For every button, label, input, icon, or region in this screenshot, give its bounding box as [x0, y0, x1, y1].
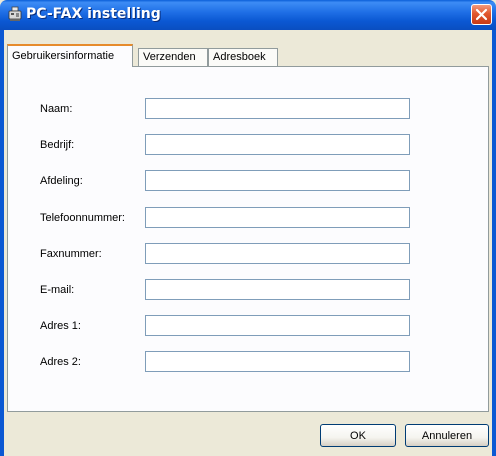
form-row-adres-1: Adres 1:	[8, 315, 490, 337]
form-row-adres-2: Adres 2:	[8, 351, 490, 373]
tab-label: Adresboek	[213, 51, 266, 63]
window-frame-right	[492, 30, 496, 456]
window-frame-left	[0, 30, 4, 456]
close-icon	[475, 8, 488, 21]
telefoonnummer-label: Telefoonnummer:	[40, 212, 125, 224]
tab-gebruikersinformatie[interactable]: Gebruikersinformatie	[7, 44, 133, 67]
window-title: PC-FAX instelling	[26, 6, 161, 22]
ok-button[interactable]: OK	[320, 424, 396, 447]
form-row-telefoonnummer: Telefoonnummer:	[8, 207, 490, 229]
bedrijf-label: Bedrijf:	[40, 139, 75, 151]
dialog-button-bar: OK Annuleren	[0, 418, 496, 456]
adres-2-label: Adres 2:	[40, 356, 81, 368]
adres-1-field[interactable]	[145, 315, 410, 336]
form-row-email: E-mail:	[8, 279, 490, 301]
adres-2-field[interactable]	[145, 351, 410, 372]
fax-icon	[8, 6, 22, 22]
form-row-bedrijf: Bedrijf:	[8, 134, 490, 156]
adres-1-label: Adres 1:	[40, 320, 81, 332]
faxnummer-field[interactable]	[145, 243, 410, 264]
tab-adresboek[interactable]: Adresboek	[208, 48, 278, 66]
title-bar[interactable]: PC-FAX instelling	[0, 0, 496, 30]
afdeling-label: Afdeling:	[40, 175, 83, 187]
pcfax-settings-dialog: PC-FAX instelling Gebruikersinformatie V…	[0, 0, 496, 456]
email-label: E-mail:	[40, 284, 75, 296]
naam-label: Naam:	[40, 103, 73, 115]
cancel-button[interactable]: Annuleren	[405, 424, 489, 447]
user-info-panel: Naam: Bedrijf: Afdeling: Telefoonnummer:…	[7, 66, 489, 412]
faxnummer-label: Faxnummer:	[40, 248, 102, 260]
email-field[interactable]	[145, 279, 410, 300]
form-row-naam: Naam:	[8, 98, 490, 120]
naam-field[interactable]	[145, 98, 410, 119]
form-row-faxnummer: Faxnummer:	[8, 243, 490, 265]
afdeling-field[interactable]	[145, 170, 410, 191]
bedrijf-field[interactable]	[145, 134, 410, 155]
close-button[interactable]	[471, 4, 492, 25]
telefoonnummer-field[interactable]	[145, 207, 410, 228]
tab-verzenden[interactable]: Verzenden	[138, 48, 208, 66]
tab-label: Verzenden	[143, 51, 196, 63]
tab-label: Gebruikersinformatie	[12, 50, 115, 62]
form-row-afdeling: Afdeling:	[8, 170, 490, 192]
